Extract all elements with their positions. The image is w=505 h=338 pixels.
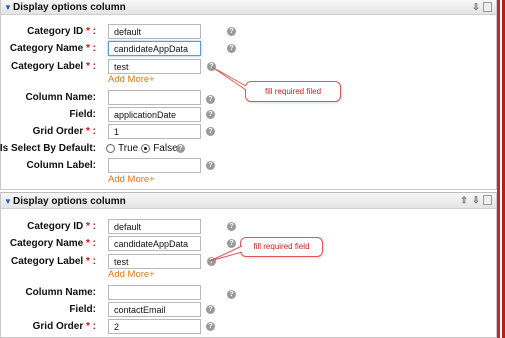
collapse-triangle-icon[interactable]: ▼ — [4, 193, 12, 210]
category-name-label: Category Name * : — [9, 238, 96, 249]
category-label-label: Category Label * : — [10, 256, 96, 267]
help-icon[interactable]: ? — [227, 222, 236, 231]
column-name-label: Column Name: — [25, 92, 96, 103]
category-id-input[interactable] — [108, 219, 201, 234]
row-grid-order: Grid Order * : ? — [1, 124, 496, 140]
collapse-triangle-icon[interactable]: ▼ — [4, 0, 12, 15]
help-icon[interactable]: ? — [227, 239, 236, 248]
category-name-input[interactable] — [108, 236, 201, 251]
help-icon[interactable]: ? — [206, 110, 215, 119]
grid-order-label: Grid Order * : — [32, 126, 96, 137]
true-radio-label: True — [118, 143, 139, 154]
true-radio[interactable] — [106, 144, 115, 153]
form-page: ▼ Display options column ⇩ Category ID *… — [0, 0, 497, 338]
arrow-up-icon[interactable]: ⇧ — [459, 195, 469, 205]
add-more-link[interactable]: Add More+ — [108, 269, 155, 280]
help-icon[interactable]: ? — [207, 62, 216, 71]
trash-icon[interactable] — [483, 2, 492, 12]
row-category-id: Category ID * : ? — [1, 24, 496, 40]
row-grid-order: Grid Order * : ? — [1, 319, 496, 335]
column-name-label: Column Name: — [25, 287, 96, 298]
required-field-callout: fill required filed — [245, 81, 341, 102]
row-field: Field: ? — [1, 107, 496, 123]
section-title: Display options column — [13, 2, 126, 13]
help-icon[interactable]: ? — [227, 44, 236, 53]
row-is-select-by-default: Is Select By Default: True False ? — [0, 141, 496, 157]
category-label-input[interactable] — [108, 254, 201, 269]
field-label: Field: — [69, 109, 96, 120]
help-icon[interactable]: ? — [176, 144, 185, 153]
display-options-section-1: ▼ Display options column ⇩ Category ID *… — [0, 0, 497, 190]
row-category-name: Category Name * : ? — [1, 41, 496, 57]
row-category-label: Category Label * : ? — [1, 59, 496, 75]
grid-order-label: Grid Order * : — [32, 321, 96, 332]
category-label-label: Category Label * : — [10, 61, 96, 72]
is-select-by-default-label: Is Select By Default: — [0, 143, 96, 154]
row-column-name: Column Name: ? — [1, 285, 496, 301]
category-id-label: Category ID * : — [27, 221, 96, 232]
row-field: Field: ? — [1, 302, 496, 318]
add-more-link[interactable]: Add More+ — [108, 174, 155, 185]
help-icon[interactable]: ? — [206, 322, 215, 331]
category-name-label: Category Name * : — [9, 43, 96, 54]
row-column-label: Column Label: ? — [1, 158, 496, 174]
help-icon[interactable]: ? — [227, 290, 236, 299]
section-header[interactable]: ▼ Display options column ⇧ ⇩ — [1, 192, 496, 209]
false-radio-label: False — [153, 143, 178, 154]
window-edge-accent — [497, 0, 505, 338]
category-id-input[interactable] — [108, 24, 201, 39]
section-header[interactable]: ▼ Display options column ⇩ — [1, 0, 496, 15]
field-input[interactable] — [108, 302, 201, 317]
grid-order-input[interactable] — [108, 124, 201, 139]
category-label-input[interactable] — [108, 59, 201, 74]
section-header-actions: ⇩ — [471, 2, 492, 12]
display-options-section-2: ▼ Display options column ⇧ ⇩ Category ID… — [0, 192, 497, 338]
help-icon[interactable]: ? — [206, 305, 215, 314]
section-header-actions: ⇧ ⇩ — [459, 195, 492, 205]
field-label: Field: — [69, 304, 96, 315]
category-name-input[interactable] — [108, 41, 201, 56]
arrow-down-icon[interactable]: ⇩ — [471, 195, 481, 205]
column-label-label: Column Label: — [26, 160, 96, 171]
grid-order-input[interactable] — [108, 319, 201, 334]
help-icon[interactable]: ? — [227, 27, 236, 36]
help-icon[interactable]: ? — [206, 127, 215, 136]
column-name-input[interactable] — [108, 90, 201, 105]
select-default-radio-group: True False — [106, 143, 178, 154]
column-name-input[interactable] — [108, 285, 201, 300]
required-field-callout: fill required field — [240, 237, 323, 257]
row-category-id: Category ID * : ? — [1, 219, 496, 235]
help-icon[interactable]: ? — [206, 95, 215, 104]
section-title: Display options column — [13, 196, 126, 207]
arrow-down-icon[interactable]: ⇩ — [471, 2, 481, 12]
category-id-label: Category ID * : — [27, 26, 96, 37]
help-icon[interactable]: ? — [207, 257, 216, 266]
trash-icon[interactable] — [483, 195, 492, 205]
add-more-link[interactable]: Add More+ — [108, 74, 155, 85]
false-radio[interactable] — [141, 144, 151, 153]
column-label-input[interactable] — [108, 158, 201, 173]
field-input[interactable] — [108, 107, 201, 122]
help-icon[interactable]: ? — [206, 161, 215, 170]
